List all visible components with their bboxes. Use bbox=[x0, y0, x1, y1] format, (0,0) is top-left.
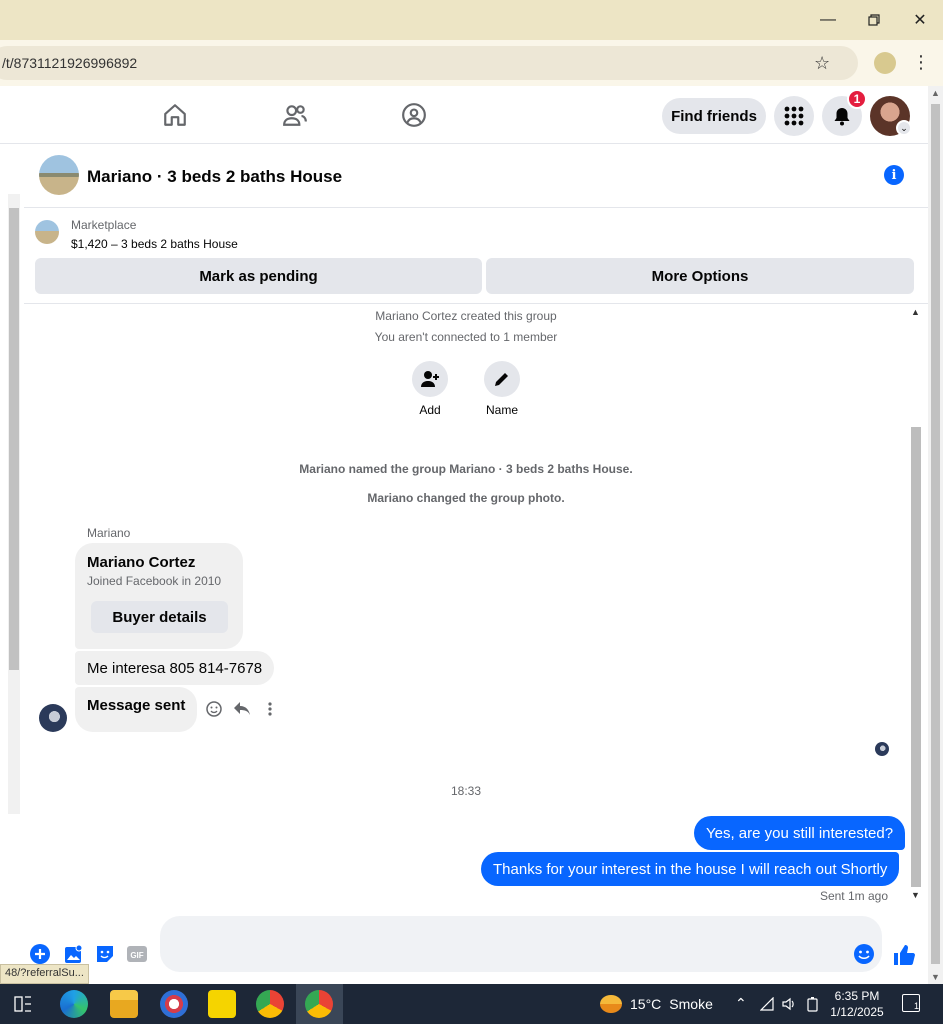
buyer-name: Mariano Cortez bbox=[87, 554, 196, 571]
system-clock[interactable]: 6:35 PM 1/12/2025 bbox=[826, 988, 888, 1020]
chrome-profile-a-icon[interactable] bbox=[256, 990, 284, 1018]
group-named-event: Mariano named the group Mariano · 3 beds… bbox=[299, 462, 633, 476]
friends-icon[interactable] bbox=[282, 102, 308, 128]
restore-icon[interactable] bbox=[862, 8, 886, 32]
message-scrollbar[interactable]: ▲ ▼ bbox=[908, 305, 924, 905]
task-view-icon[interactable] bbox=[14, 996, 32, 1012]
name-group-button[interactable] bbox=[484, 361, 520, 397]
clock-date: 1/12/2025 bbox=[830, 1005, 884, 1019]
edge-icon[interactable] bbox=[60, 990, 88, 1018]
wifi-icon[interactable] bbox=[760, 997, 774, 1011]
buyer-joined: Joined Facebook in 2010 bbox=[87, 574, 222, 588]
outgoing-message[interactable]: Yes, are you still interested? bbox=[694, 816, 906, 850]
home-icon[interactable] bbox=[162, 102, 188, 128]
sticky-notes-icon[interactable] bbox=[208, 990, 236, 1018]
left-scrollbar[interactable] bbox=[8, 194, 20, 814]
file-explorer-icon[interactable] bbox=[110, 990, 138, 1018]
timestamp: 18:33 bbox=[450, 784, 482, 798]
status-url-tooltip: 48/?referralSu... bbox=[0, 964, 89, 984]
find-friends-button[interactable]: Find friends bbox=[662, 98, 766, 134]
more-options-button[interactable]: More Options bbox=[486, 258, 914, 294]
message-input[interactable] bbox=[160, 916, 882, 972]
listing-title[interactable]: $1,420 – 3 beds 2 baths House bbox=[71, 237, 238, 251]
bell-icon bbox=[834, 108, 850, 126]
message-list: Mariano Cortez created this group You ar… bbox=[24, 305, 928, 910]
marketplace-banner: Marketplace $1,420 – 3 beds 2 baths Hous… bbox=[24, 208, 928, 304]
url-field[interactable]: /t/8731121926996892 ☆ bbox=[0, 46, 858, 80]
add-person-icon bbox=[421, 371, 439, 387]
sticker-icon[interactable] bbox=[94, 943, 116, 965]
sender-avatar[interactable] bbox=[39, 704, 67, 732]
notification-center-icon[interactable]: 1 bbox=[902, 994, 920, 1012]
listing-thumbnail[interactable] bbox=[35, 220, 59, 244]
mark-pending-button[interactable]: Mark as pending bbox=[35, 258, 482, 294]
scroll-down-icon[interactable]: ▼ bbox=[931, 972, 940, 982]
close-icon[interactable]: ✕ bbox=[908, 8, 932, 32]
tray-chevron-icon[interactable]: ⌃ bbox=[735, 995, 747, 1012]
notification-badge: 1 bbox=[847, 89, 867, 109]
pencil-icon bbox=[495, 373, 508, 386]
chat-title[interactable]: Mariano · 3 beds 2 baths House bbox=[87, 167, 342, 187]
weather-icon bbox=[600, 995, 622, 1013]
group-photo-event: Mariano changed the group photo. bbox=[367, 491, 565, 505]
marketplace-label: Marketplace bbox=[71, 218, 137, 232]
page-scroll-thumb[interactable] bbox=[931, 104, 940, 964]
not-connected-text: You aren't connected to 1 member bbox=[374, 330, 558, 344]
incoming-message[interactable]: Message sent bbox=[75, 687, 198, 732]
message-composer: GIF bbox=[24, 910, 928, 984]
chevron-down-icon[interactable]: ⌄ bbox=[896, 120, 912, 136]
buyer-details-button[interactable]: Buyer details bbox=[91, 601, 228, 633]
address-bar: /t/8731121926996892 ☆ bbox=[0, 40, 943, 86]
weather-temp: 15°C bbox=[630, 996, 662, 1012]
browser-profile-icon[interactable] bbox=[874, 52, 896, 74]
app-icon[interactable] bbox=[160, 990, 188, 1018]
plus-icon[interactable] bbox=[29, 943, 51, 965]
chrome-icon[interactable] bbox=[305, 990, 333, 1018]
volume-icon[interactable] bbox=[781, 996, 797, 1012]
emoji-icon[interactable] bbox=[853, 943, 875, 965]
gif-icon[interactable]: GIF bbox=[126, 943, 148, 965]
reply-icon[interactable] bbox=[233, 700, 251, 718]
scroll-down-icon[interactable]: ▼ bbox=[911, 890, 920, 900]
incoming-message[interactable]: Me interesa 805 814-7678 bbox=[75, 651, 275, 685]
seen-avatar bbox=[875, 742, 889, 756]
chat-header: Mariano · 3 beds 2 baths House i bbox=[24, 144, 928, 208]
windows-taskbar: 15°C Smoke ⌃ 6:35 PM 1/12/2025 1 bbox=[0, 984, 943, 1024]
add-label: Add bbox=[419, 403, 441, 417]
scroll-up-icon[interactable]: ▲ bbox=[931, 88, 940, 98]
battery-icon[interactable] bbox=[806, 996, 820, 1012]
more-dots-icon[interactable] bbox=[261, 700, 279, 718]
menu-grid-button[interactable] bbox=[774, 96, 814, 136]
svg-text:GIF: GIF bbox=[130, 951, 143, 960]
left-panel-strip bbox=[0, 144, 24, 984]
sent-status: Sent 1m ago bbox=[819, 889, 888, 903]
name-label: Name bbox=[485, 403, 518, 417]
groups-icon[interactable] bbox=[401, 102, 427, 128]
add-member-button[interactable] bbox=[412, 361, 448, 397]
message-scroll-thumb[interactable] bbox=[911, 427, 921, 887]
scroll-up-icon[interactable]: ▲ bbox=[911, 307, 920, 317]
left-scroll-thumb[interactable] bbox=[9, 208, 19, 670]
buyer-card: Mariano Cortez Joined Facebook in 2010 B… bbox=[75, 543, 243, 649]
like-icon[interactable] bbox=[892, 943, 916, 967]
outgoing-message[interactable]: Thanks for your interest in the house I … bbox=[481, 852, 900, 886]
group-created-text: Mariano Cortez created this group bbox=[375, 309, 557, 323]
weather-widget[interactable]: 15°C Smoke bbox=[600, 995, 713, 1013]
url-text: /t/8731121926996892 bbox=[2, 55, 138, 71]
clock-time: 6:35 PM bbox=[834, 989, 880, 1003]
browser-titlebar: — ✕ bbox=[0, 0, 943, 40]
weather-desc: Smoke bbox=[669, 996, 713, 1012]
page-scrollbar[interactable]: ▲ ▼ bbox=[928, 86, 943, 984]
minimize-icon[interactable]: — bbox=[816, 8, 840, 32]
photo-icon[interactable] bbox=[63, 943, 85, 965]
facebook-nav: Find friends bbox=[0, 86, 928, 144]
grid-icon bbox=[784, 106, 804, 126]
sender-name: Mariano bbox=[87, 526, 131, 540]
group-photo[interactable] bbox=[39, 155, 79, 195]
bookmark-star-icon[interactable]: ☆ bbox=[814, 53, 830, 74]
info-icon[interactable]: i bbox=[884, 165, 904, 185]
browser-menu-icon[interactable]: ⋮ bbox=[912, 52, 930, 73]
emoji-react-icon[interactable] bbox=[205, 700, 223, 718]
